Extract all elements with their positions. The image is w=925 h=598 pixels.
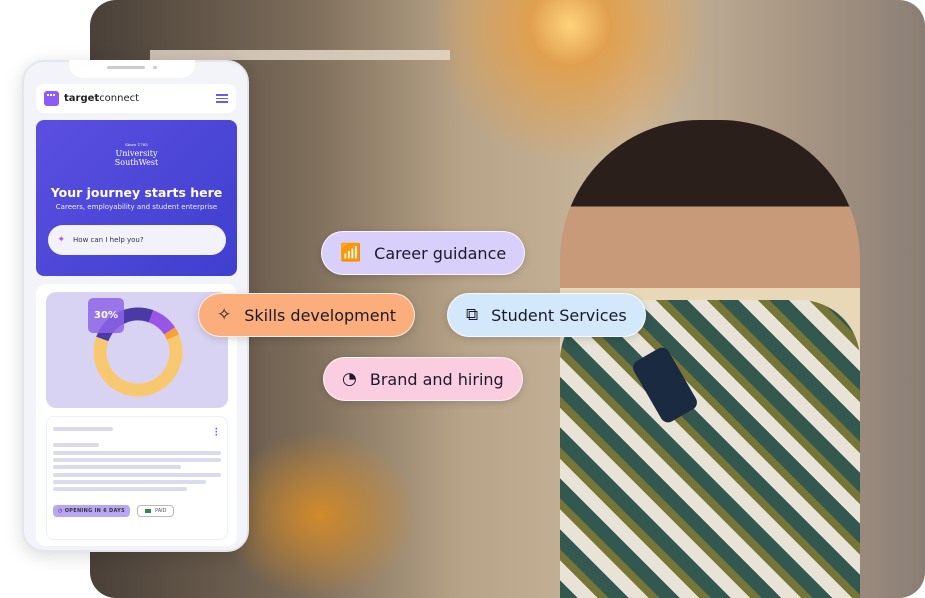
placeholder-line xyxy=(53,465,181,469)
targetconnect-logo-icon xyxy=(44,91,59,106)
hero-title: Your journey starts here xyxy=(50,185,223,200)
placeholder-line xyxy=(53,443,99,447)
job-listing[interactable]: · · · ◷ OPENING IN 6 DAYS PAID xyxy=(46,416,228,540)
sparkle-icon: ✦ xyxy=(57,235,66,245)
person-jacket xyxy=(560,300,860,598)
placeholder-line xyxy=(53,480,206,484)
more-options-icon[interactable]: · · · xyxy=(215,426,218,441)
app-header: targetconnect xyxy=(36,84,236,113)
hero-banner: Since 1765 University SouthWest Your jou… xyxy=(36,120,237,276)
placeholder-line xyxy=(53,458,221,462)
chip-brand-and-hiring[interactable]: ◔ Brand and hiring xyxy=(323,357,523,401)
foreground-blur xyxy=(220,430,420,598)
assistant-search-input[interactable]: ✦ How can I help you? xyxy=(47,225,226,255)
placeholder-title xyxy=(53,427,113,431)
percent-badge: 30% xyxy=(88,298,124,333)
paid-badge: PAID xyxy=(137,505,175,517)
phone-notch xyxy=(69,60,195,78)
shelf xyxy=(150,50,450,60)
money-icon xyxy=(145,509,151,513)
chip-student-services[interactable]: ⧉ Student Services xyxy=(447,293,646,337)
pie-chart-icon: ◔ xyxy=(342,369,357,389)
hamburger-menu-icon[interactable] xyxy=(216,94,228,103)
placeholder-line xyxy=(53,487,187,491)
brand-name: targetconnect xyxy=(64,93,140,104)
chip-skills-development[interactable]: ✧ Skills development xyxy=(198,293,415,337)
hero-subtitle: Careers, employability and student enter… xyxy=(55,203,218,211)
bar-chart-icon: 📶 xyxy=(340,243,362,263)
placeholder-line xyxy=(53,451,221,455)
university-logo: Since 1765 University SouthWest xyxy=(114,142,159,167)
chip-career-guidance[interactable]: 📶 Career guidance xyxy=(321,231,526,275)
line-chart-icon: ⧉ xyxy=(466,305,479,325)
placeholder-line xyxy=(53,473,221,477)
opening-status-badge: ◷ OPENING IN 6 DAYS xyxy=(53,505,130,517)
sparkles-icon: ✧ xyxy=(217,305,232,325)
